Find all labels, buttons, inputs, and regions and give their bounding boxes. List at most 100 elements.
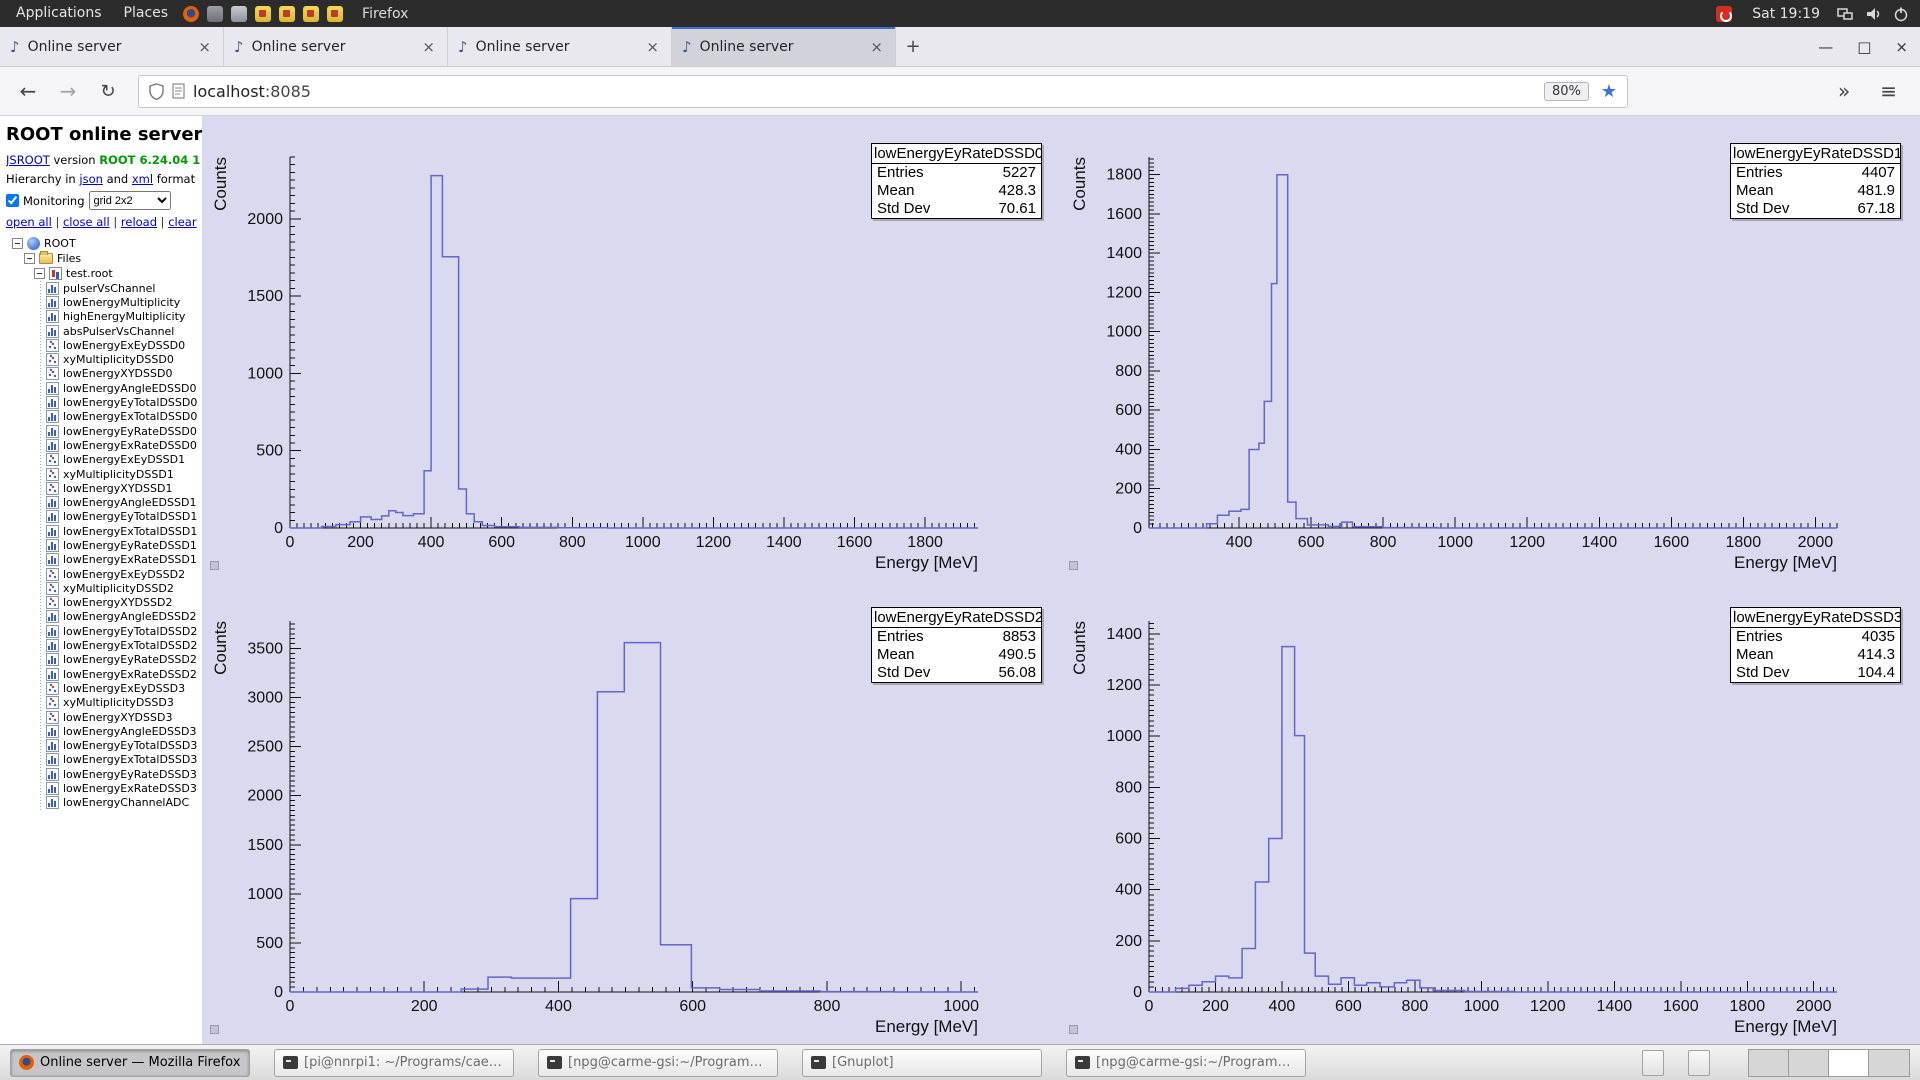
json-link[interactable]: json	[79, 172, 103, 186]
browser-tab[interactable]: ♪Online server×	[0, 27, 224, 66]
tree-item[interactable]: lowEnergyExRateDSSD3	[6, 781, 200, 795]
tree-action-close-all[interactable]: close all	[63, 215, 110, 229]
tree-item[interactable]: lowEnergyChannelADC	[6, 796, 200, 810]
volume-icon[interactable]	[1865, 6, 1881, 22]
tab-close-icon[interactable]: ×	[644, 38, 661, 56]
tray-button[interactable]	[1688, 1050, 1710, 1076]
histogram-pad-2[interactable]: 0200400600800100005001000150020002500300…	[202, 580, 1061, 1044]
histogram-pad-3[interactable]: 0200400600800100012001400160018002000020…	[1061, 580, 1920, 1044]
tree-item[interactable]: lowEnergyXYDSSD2	[6, 596, 200, 610]
tree-item[interactable]: pulserVsChannel	[6, 281, 200, 295]
workspace-cell-active[interactable]	[1829, 1050, 1869, 1076]
tree-item[interactable]: lowEnergyExEyDSSD0	[6, 338, 200, 352]
tree-item[interactable]: xyMultiplicityDSSD1	[6, 467, 200, 481]
histogram-pad-0[interactable]: 0200400600800100012001400160018000500100…	[202, 116, 1061, 580]
tree-item[interactable]: xyMultiplicityDSSD0	[6, 352, 200, 366]
app-launcher-icon[interactable]	[231, 6, 247, 22]
tree-item[interactable]: lowEnergyAngleEDSSD0	[6, 381, 200, 395]
stats-box[interactable]: lowEnergyEyRateDSSD0Entries5227Mean428.3…	[871, 143, 1042, 219]
app-launcher-icon[interactable]	[303, 6, 319, 22]
tree-item[interactable]: lowEnergyExTotalDSSD1	[6, 524, 200, 538]
layout-select[interactable]: grid 2x2	[89, 191, 171, 210]
taskbar-window-button[interactable]: Online server — Mozilla Firefox	[10, 1049, 250, 1077]
jsroot-link[interactable]: JSROOT	[6, 153, 50, 167]
notification-icon[interactable]	[1716, 6, 1732, 22]
pad-resize-grip[interactable]	[1069, 561, 1078, 570]
workspace-cell[interactable]	[1749, 1050, 1789, 1076]
zoom-indicator[interactable]: 80%	[1544, 82, 1589, 101]
tree-item[interactable]: lowEnergyExTotalDSSD3	[6, 753, 200, 767]
tree-item[interactable]: lowEnergyExTotalDSSD2	[6, 638, 200, 652]
taskbar-window-button[interactable]: [Gnuplot]	[802, 1049, 1042, 1077]
tab-close-icon[interactable]: ×	[868, 38, 885, 56]
page-info-icon[interactable]	[172, 83, 185, 99]
tree-item[interactable]: xyMultiplicityDSSD3	[6, 696, 200, 710]
taskbar-window-button[interactable]: [pi@nnrpi1: ~/Programs/caenlogger]	[274, 1049, 514, 1077]
monitoring-checkbox[interactable]	[6, 194, 19, 207]
minimize-button[interactable]: —	[1806, 27, 1845, 67]
tree-action-open-all[interactable]: open all	[6, 215, 52, 229]
back-button[interactable]: ←	[12, 79, 44, 103]
url-text[interactable]: localhost:8085	[193, 82, 1536, 101]
taskbar-window-button[interactable]: [npg@carme-gsi:~/Programs/CARME...]	[1066, 1049, 1306, 1077]
browser-tab[interactable]: ♪Online server×	[224, 27, 448, 66]
collapse-icon[interactable]	[24, 253, 35, 264]
tree-item[interactable]: lowEnergyEyTotalDSSD3	[6, 739, 200, 753]
tree-item[interactable]: lowEnergyXYDSSD0	[6, 367, 200, 381]
tree-item[interactable]: lowEnergyExRateDSSD2	[6, 667, 200, 681]
overflow-menu-icon[interactable]: »	[1827, 79, 1861, 103]
forward-button[interactable]: →	[52, 79, 84, 103]
applications-menu[interactable]: Applications	[6, 0, 112, 27]
tree-item[interactable]: lowEnergyMultiplicity	[6, 295, 200, 309]
tree-item[interactable]: lowEnergyExRateDSSD0	[6, 438, 200, 452]
tree-item[interactable]: lowEnergyExEyDSSD1	[6, 453, 200, 467]
pad-resize-grip[interactable]	[210, 1025, 219, 1034]
stats-box[interactable]: lowEnergyEyRateDSSD1Entries4407Mean481.9…	[1730, 143, 1901, 219]
workspace-cell[interactable]	[1789, 1050, 1829, 1076]
tree-item[interactable]: lowEnergyExEyDSSD2	[6, 567, 200, 581]
tree-item[interactable]: lowEnergyAngleEDSSD1	[6, 495, 200, 509]
stats-box[interactable]: lowEnergyEyRateDSSD2Entries8853Mean490.5…	[871, 607, 1042, 683]
tree-node-files[interactable]: Files	[6, 251, 200, 266]
tree-node-root[interactable]: ROOT	[6, 236, 200, 251]
tab-close-icon[interactable]: ×	[420, 38, 437, 56]
pad-resize-grip[interactable]	[1069, 1025, 1078, 1034]
new-tab-button[interactable]: +	[896, 27, 930, 66]
tree-item[interactable]: lowEnergyEyRateDSSD0	[6, 424, 200, 438]
app-launcher-icon[interactable]	[279, 6, 295, 22]
app-launcher-icon[interactable]	[255, 6, 271, 22]
tree-item[interactable]: lowEnergyExEyDSSD3	[6, 681, 200, 695]
tree-item[interactable]: lowEnergyEyTotalDSSD1	[6, 510, 200, 524]
tree-item[interactable]: lowEnergyEyRateDSSD1	[6, 538, 200, 552]
close-window-button[interactable]: ×	[1883, 27, 1920, 67]
tree-item[interactable]: lowEnergyEyTotalDSSD0	[6, 395, 200, 409]
network-icon[interactable]	[1837, 6, 1853, 22]
browser-tab[interactable]: ♪Online server×	[448, 27, 672, 66]
url-bar[interactable]: localhost:8085 80% ★	[138, 75, 1628, 108]
tree-item[interactable]: lowEnergyExTotalDSSD0	[6, 410, 200, 424]
tree-item[interactable]: lowEnergyXYDSSD3	[6, 710, 200, 724]
app-launcher-icon[interactable]	[327, 6, 343, 22]
tree-item[interactable]: lowEnergyXYDSSD1	[6, 481, 200, 495]
tree-node-file[interactable]: test.root	[6, 266, 200, 281]
tree-item[interactable]: lowEnergyExRateDSSD1	[6, 553, 200, 567]
hamburger-menu-icon[interactable]: ≡	[1869, 79, 1908, 103]
taskbar-window-button[interactable]: [npg@carme-gsi:~/Programs/caenlo...]	[538, 1049, 778, 1077]
tab-close-icon[interactable]: ×	[196, 38, 213, 56]
histogram-pad-1[interactable]: 4006008001000120014001600180020000200400…	[1061, 116, 1920, 580]
tree-item[interactable]: lowEnergyEyRateDSSD2	[6, 653, 200, 667]
stats-box[interactable]: lowEnergyEyRateDSSD3Entries4035Mean414.3…	[1730, 607, 1901, 683]
collapse-icon[interactable]	[34, 268, 45, 279]
tree-action-reload[interactable]: reload	[121, 215, 157, 229]
workspace-cell[interactable]	[1869, 1050, 1909, 1076]
bookmark-star-icon[interactable]: ★	[1597, 81, 1617, 102]
reload-button[interactable]: ↻	[92, 81, 124, 102]
maximize-button[interactable]: □	[1845, 27, 1883, 67]
firefox-launcher-icon[interactable]	[183, 6, 199, 22]
tree-item[interactable]: highEnergyMultiplicity	[6, 310, 200, 324]
tree-item[interactable]: lowEnergyEyRateDSSD3	[6, 767, 200, 781]
tree-item[interactable]: lowEnergyAngleEDSSD2	[6, 610, 200, 624]
browser-tab[interactable]: ♪Online server×	[672, 27, 896, 66]
pad-resize-grip[interactable]	[210, 561, 219, 570]
tree-item[interactable]: xyMultiplicityDSSD2	[6, 581, 200, 595]
